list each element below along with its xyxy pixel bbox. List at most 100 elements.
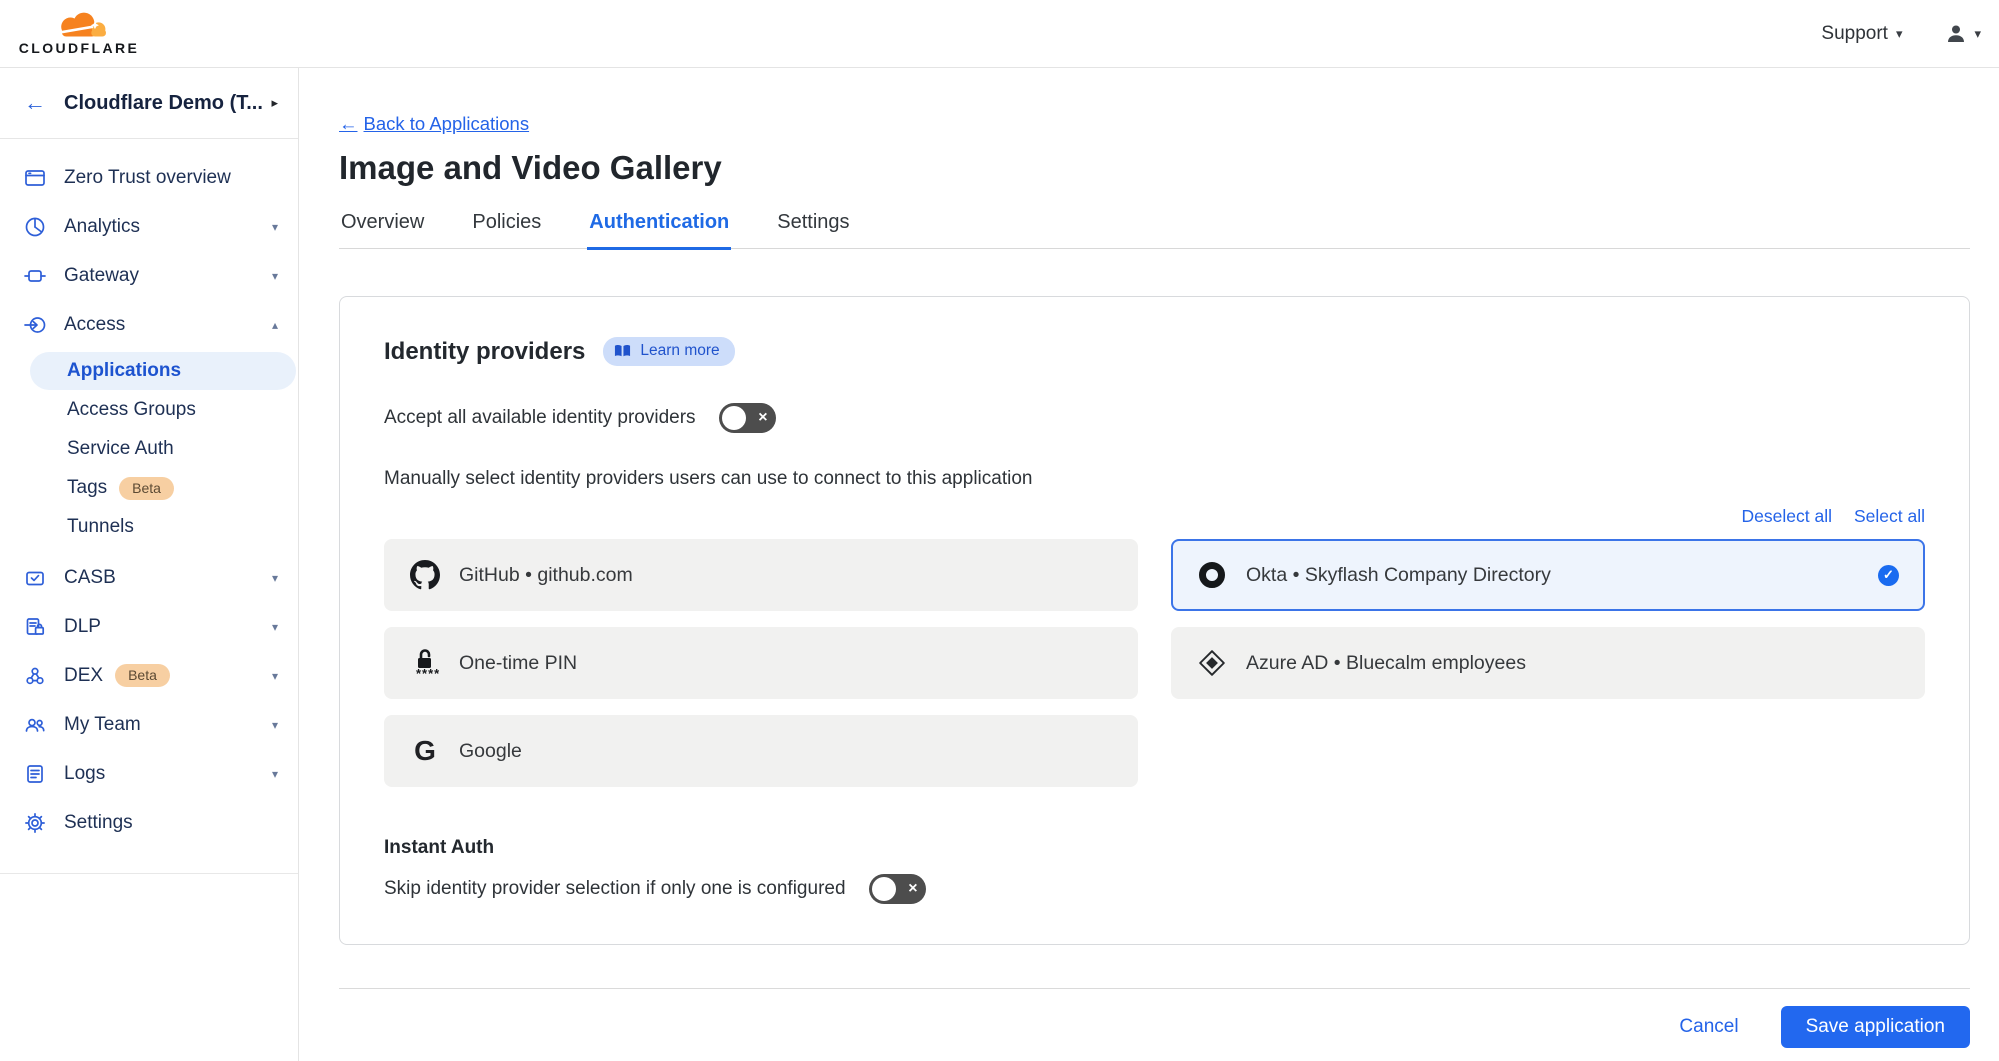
sidebar-item-label: CASB [64, 567, 116, 589]
beta-badge: Beta [119, 477, 174, 500]
support-menu[interactable]: Support ▾ [1821, 23, 1902, 45]
gear-icon [23, 811, 47, 835]
azure-ad-icon [1197, 647, 1227, 679]
team-people-icon [23, 713, 47, 737]
sidebar-item-label: DEX [64, 665, 103, 687]
sidebar-item-access[interactable]: Access ▴ [0, 300, 298, 349]
tab-authentication[interactable]: Authentication [587, 211, 731, 250]
overview-window-icon [23, 166, 47, 190]
sidebar-item-tags[interactable]: Tags Beta [30, 469, 296, 507]
book-icon [614, 344, 631, 358]
back-to-applications-link[interactable]: ← Back to Applications [339, 113, 529, 135]
chevron-down-icon[interactable]: ▾ [272, 767, 278, 781]
provider-tile-one-time-pin[interactable]: **** One-time PIN [384, 627, 1138, 699]
provider-tile-google[interactable]: G Google [384, 715, 1138, 787]
cloudflare-logo: CLOUDFLARE [14, 12, 144, 56]
network-cluster-icon [23, 664, 47, 688]
footer-actions: Cancel Save application [339, 989, 1970, 1061]
chevron-down-icon[interactable]: ▾ [272, 718, 278, 732]
document-lock-icon [23, 615, 47, 639]
cancel-button[interactable]: Cancel [1679, 1016, 1738, 1038]
sidebar-item-label: Logs [64, 763, 105, 785]
accept-all-toggle[interactable]: × [719, 403, 776, 433]
sidebar-item-label: Access [64, 314, 125, 336]
deselect-all-link[interactable]: Deselect all [1742, 506, 1832, 527]
logs-document-icon [23, 762, 47, 786]
sidebar-item-casb[interactable]: CASB ▾ [0, 553, 298, 602]
provider-name: GitHub • github.com [459, 564, 633, 587]
sidebar-subitem-label: Applications [67, 360, 181, 382]
sidebar-item-zero-trust-overview[interactable]: Zero Trust overview [0, 153, 298, 202]
gateway-icon [23, 264, 47, 288]
chevron-up-icon[interactable]: ▴ [272, 318, 278, 332]
instant-auth-heading: Instant Auth [384, 837, 1925, 859]
sidebar-item-label: Gateway [64, 265, 139, 287]
pie-chart-icon [23, 215, 47, 239]
sidebar-item-service-auth[interactable]: Service Auth [30, 430, 296, 468]
chevron-down-icon[interactable]: ▾ [272, 220, 278, 234]
sidebar-item-logs[interactable]: Logs ▾ [0, 749, 298, 798]
sidebar-item-label: Analytics [64, 216, 140, 238]
chevron-down-icon[interactable]: ▾ [272, 571, 278, 585]
chevron-down-icon: ▾ [1974, 26, 1981, 42]
chevron-right-icon[interactable]: ▸ [271, 95, 278, 111]
provider-tile-github[interactable]: GitHub • github.com [384, 539, 1138, 611]
chevron-down-icon: ▾ [1896, 26, 1903, 42]
tab-settings[interactable]: Settings [775, 211, 851, 248]
provider-name: Google [459, 740, 522, 763]
sidebar-subitem-label: Tunnels [67, 516, 134, 538]
save-application-button[interactable]: Save application [1781, 1006, 1970, 1048]
selected-check-icon: ✓ [1878, 565, 1899, 586]
sidebar-subitem-label: Access Groups [67, 399, 196, 421]
sidebar-item-dlp[interactable]: DLP ▾ [0, 602, 298, 651]
okta-icon [1197, 559, 1227, 591]
sidebar-item-label: My Team [64, 714, 141, 736]
main-content: ← Back to Applications Image and Video G… [299, 68, 1999, 1061]
sidebar-divider [0, 873, 298, 874]
cloudflare-cloud-icon [48, 12, 110, 39]
sidebar-nav: Zero Trust overview Analytics ▾ Gateway … [0, 139, 298, 874]
chevron-down-icon[interactable]: ▾ [272, 669, 278, 683]
sidebar-item-tunnels[interactable]: Tunnels [30, 508, 296, 546]
chevron-down-icon[interactable]: ▾ [272, 620, 278, 634]
card-title: Identity providers [384, 338, 585, 366]
toggle-off-x-icon: × [758, 403, 767, 432]
user-icon [1944, 22, 1968, 46]
provider-name: One-time PIN [459, 652, 577, 675]
provider-grid: GitHub • github.com Okta • Skyflash Comp… [384, 539, 1925, 787]
sidebar-item-gateway[interactable]: Gateway ▾ [0, 251, 298, 300]
learn-more-badge[interactable]: Learn more [603, 337, 734, 366]
tab-overview[interactable]: Overview [339, 211, 426, 248]
identity-providers-card: Identity providers Learn more Accept all… [339, 296, 1970, 945]
provider-name: Azure AD • Bluecalm employees [1246, 652, 1526, 675]
provider-tile-okta[interactable]: Okta • Skyflash Company Directory ✓ [1171, 539, 1925, 611]
instant-auth-toggle[interactable]: × [869, 874, 926, 904]
sidebar-item-applications[interactable]: Applications [30, 352, 296, 390]
chevron-down-icon[interactable]: ▾ [272, 269, 278, 283]
account-name: Cloudflare Demo (T... [64, 92, 263, 115]
user-menu[interactable]: ▾ [1944, 22, 1981, 46]
github-icon [410, 559, 440, 591]
top-bar: CLOUDFLARE Support ▾ ▾ [0, 0, 1999, 68]
sidebar-item-settings[interactable]: Settings [0, 798, 298, 847]
provider-tile-azure-ad[interactable]: Azure AD • Bluecalm employees [1171, 627, 1925, 699]
provider-name: Okta • Skyflash Company Directory [1246, 564, 1551, 587]
beta-badge: Beta [115, 664, 170, 687]
sidebar: ← Cloudflare Demo (T... ▸ Zero Trust ove… [0, 68, 299, 1061]
sidebar-item-dex[interactable]: DEX Beta ▾ [0, 651, 298, 700]
tab-bar: Overview Policies Authentication Setting… [339, 211, 1970, 249]
sidebar-item-access-groups[interactable]: Access Groups [30, 391, 296, 429]
page-title: Image and Video Gallery [339, 149, 1970, 187]
access-sub-list: Applications Access Groups Service Auth … [0, 349, 298, 553]
sidebar-account-header[interactable]: ← Cloudflare Demo (T... ▸ [0, 68, 298, 139]
back-arrow-icon[interactable]: ← [24, 92, 46, 114]
support-label: Support [1821, 23, 1888, 45]
casb-box-check-icon [23, 566, 47, 590]
back-link-label: Back to Applications [364, 113, 530, 135]
back-arrow-icon: ← [339, 113, 358, 135]
select-all-link[interactable]: Select all [1854, 506, 1925, 527]
sidebar-item-analytics[interactable]: Analytics ▾ [0, 202, 298, 251]
sidebar-item-label: DLP [64, 616, 101, 638]
sidebar-item-my-team[interactable]: My Team ▾ [0, 700, 298, 749]
tab-policies[interactable]: Policies [470, 211, 543, 248]
